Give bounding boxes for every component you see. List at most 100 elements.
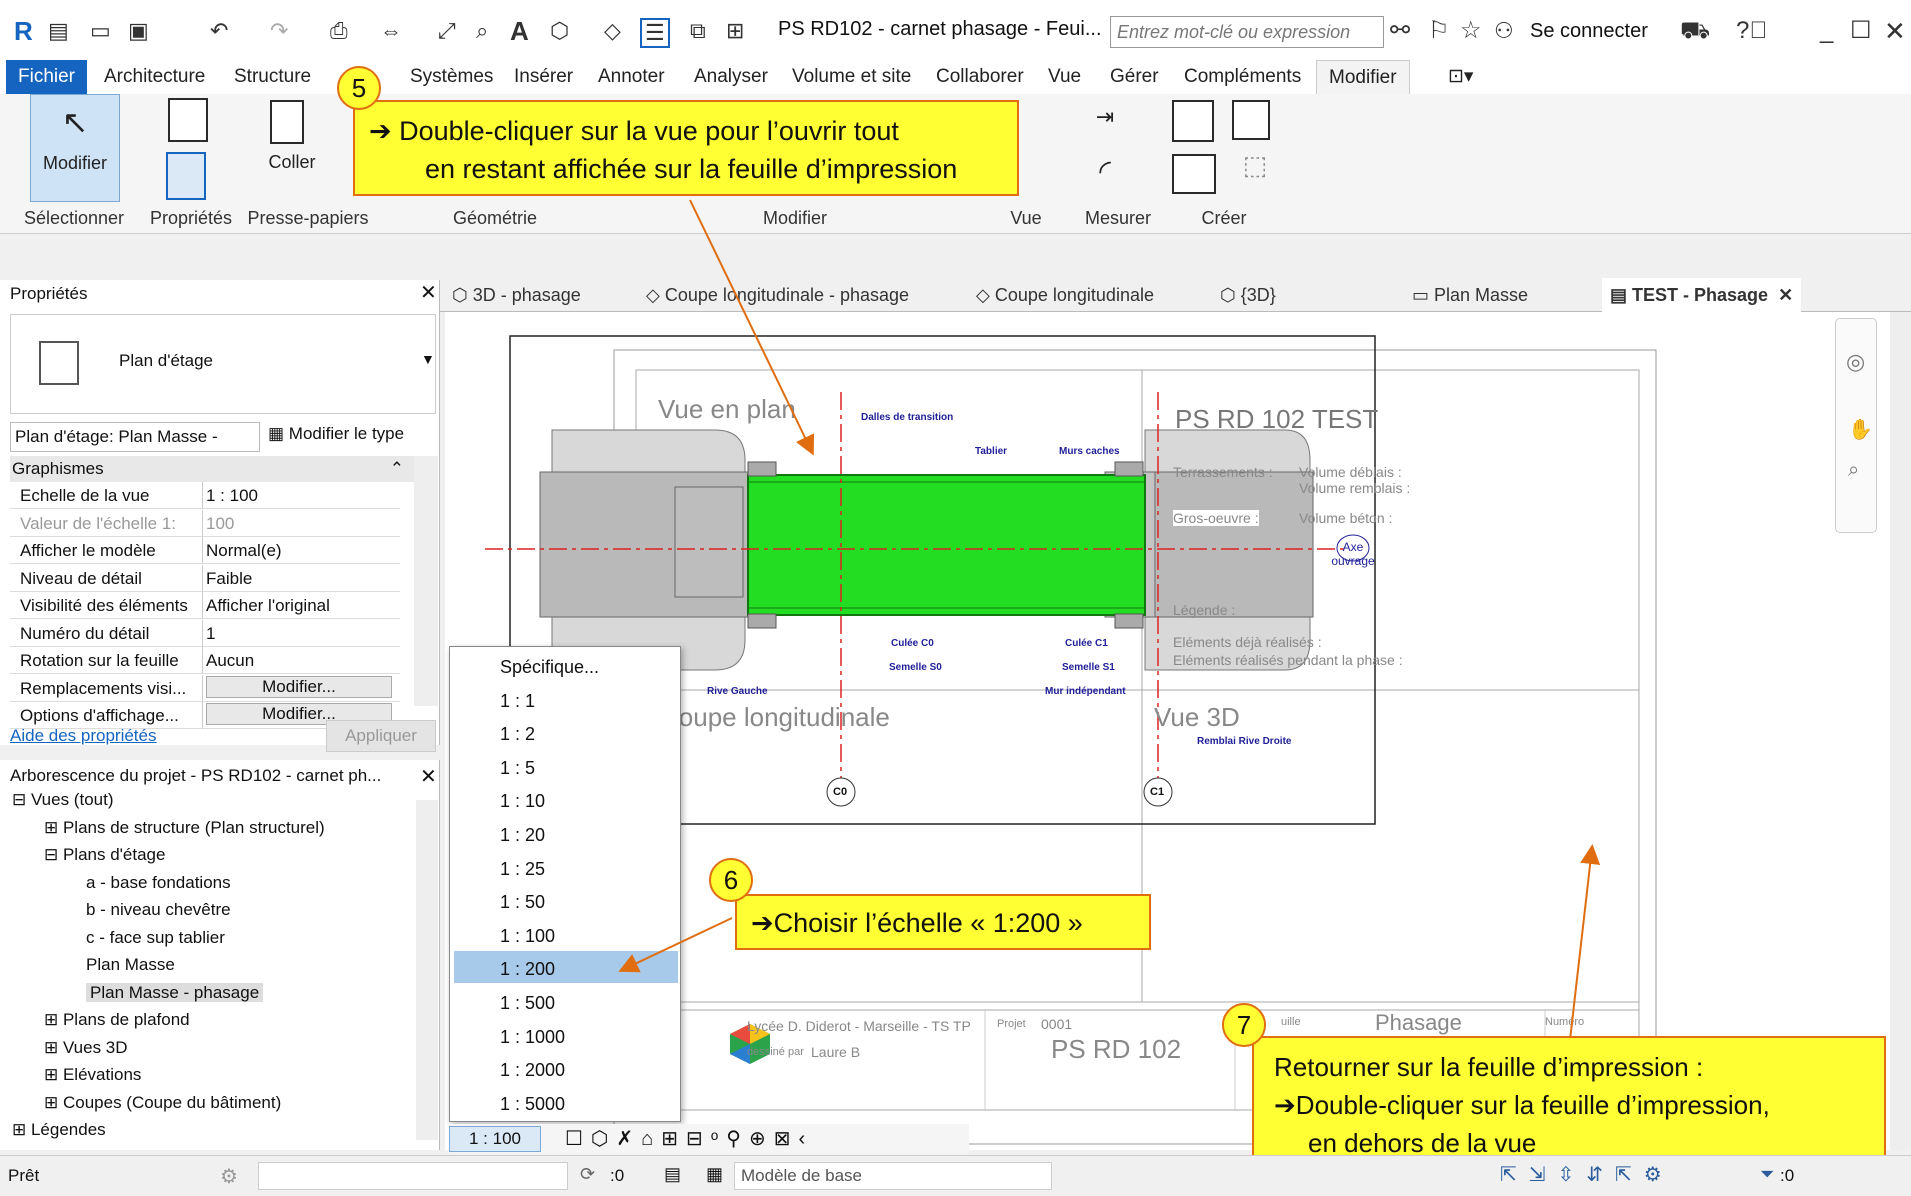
user-icon[interactable]: ⚇ bbox=[1494, 14, 1514, 48]
property-row[interactable]: Valeur de l'échelle 1: 100 bbox=[10, 509, 400, 537]
measure-icon[interactable]: ⇔ bbox=[380, 14, 402, 48]
tab-vue[interactable]: Vue bbox=[1036, 60, 1093, 94]
scale-option[interactable]: Spécifique... bbox=[500, 657, 599, 678]
tab-inserer[interactable]: Insérer bbox=[502, 60, 585, 94]
property-row[interactable]: Niveau de détail Faible bbox=[10, 564, 400, 592]
create-view-icon[interactable] bbox=[1172, 100, 1214, 142]
browser-item[interactable]: ⊞ Vues 3D bbox=[44, 1038, 128, 1058]
tab-plan-masse[interactable]: ▭ Plan Masse bbox=[1412, 278, 1528, 312]
group-graphismes[interactable]: Graphismes ⌃ bbox=[10, 456, 418, 482]
paste-button-label[interactable]: Coller bbox=[262, 152, 322, 173]
browser-item[interactable]: ⊞ Plans de structure (Plan structurel) bbox=[44, 818, 325, 838]
property-value[interactable]: Aucun bbox=[206, 651, 254, 671]
create-group-icon[interactable] bbox=[1232, 100, 1270, 140]
property-value[interactable]: 1 : 100 bbox=[206, 486, 258, 506]
browser-item[interactable]: a - base fondations bbox=[86, 873, 231, 893]
modify-button[interactable]: ↖ Modifier bbox=[30, 94, 120, 202]
browser-item[interactable]: ⊟ Plans d'étage bbox=[44, 845, 165, 865]
canvas-scrollbar[interactable] bbox=[1890, 312, 1910, 1150]
browser-item[interactable]: ⊞ Légendes bbox=[12, 1120, 106, 1140]
expand-toggle-icon[interactable]: ⊟ bbox=[12, 790, 31, 809]
search-input[interactable]: Entrez mot-clé ou expression bbox=[1110, 16, 1384, 48]
thin-lines-icon[interactable]: ☰ bbox=[640, 18, 670, 48]
expand-toggle-icon[interactable]: ⊞ bbox=[44, 1038, 63, 1057]
scale-option[interactable]: 1 : 2000 bbox=[500, 1060, 565, 1081]
scale-option[interactable]: 1 : 5 bbox=[500, 758, 535, 779]
steering-wheel-icon[interactable]: ◎ bbox=[1846, 349, 1865, 375]
subscription-icon[interactable]: ⚐ bbox=[1428, 14, 1450, 48]
browser-item[interactable]: b - niveau chevêtre bbox=[86, 900, 231, 920]
maximize-icon[interactable]: ☐ bbox=[1850, 14, 1872, 48]
type-properties-icon[interactable] bbox=[168, 98, 208, 142]
scale-option[interactable]: 1 : 50 bbox=[500, 892, 545, 913]
text-icon[interactable]: A bbox=[510, 14, 529, 48]
redo-icon[interactable]: ↷ bbox=[270, 14, 288, 48]
instance-filter-dropdown[interactable]: Plan d'étage: Plan Masse - bbox=[10, 422, 260, 452]
property-row[interactable]: Echelle de la vue 1 : 100 bbox=[10, 482, 400, 509]
tab-fichier[interactable]: Fichier bbox=[6, 60, 88, 94]
design-option-dropdown[interactable]: Modèle de base bbox=[734, 1162, 1052, 1190]
property-value[interactable]: Modifier... bbox=[206, 675, 392, 698]
scale-option[interactable]: 1 : 100 bbox=[500, 926, 555, 947]
revit-logo-icon[interactable]: R bbox=[14, 14, 33, 48]
expand-toggle-icon[interactable]: ⊞ bbox=[44, 1010, 63, 1029]
save-icon[interactable]: ▣ bbox=[128, 14, 149, 48]
minimize-icon[interactable]: _ bbox=[1820, 14, 1833, 48]
arc-dimension-icon[interactable]: ◜ bbox=[1080, 154, 1130, 189]
properties-icon[interactable] bbox=[166, 152, 206, 200]
open-icon[interactable]: ▭ bbox=[90, 14, 111, 48]
scale-option[interactable]: 1 : 20 bbox=[500, 825, 545, 846]
sync-icon[interactable]: ⟳ bbox=[580, 1164, 595, 1185]
tab-3d[interactable]: ⬡ {3D} bbox=[1220, 278, 1276, 312]
help-icon[interactable]: ?⃝ bbox=[1736, 14, 1767, 48]
browser-item[interactable]: ⊟ Vues (tout) bbox=[12, 790, 114, 810]
expand-toggle-icon[interactable]: ⊞ bbox=[44, 1065, 63, 1084]
browser-close-icon[interactable]: ✕ bbox=[420, 764, 437, 789]
expand-toggle-icon[interactable]: ⊞ bbox=[44, 1093, 63, 1112]
scale-option[interactable]: 1 : 1 bbox=[500, 691, 535, 712]
browser-item[interactable]: ⊞ Elévations bbox=[44, 1065, 141, 1085]
tab-close-icon[interactable]: ✕ bbox=[1778, 285, 1793, 305]
create-part-icon[interactable] bbox=[1172, 154, 1216, 194]
binoculars-icon[interactable]: ⚯ bbox=[1390, 14, 1410, 48]
properties-scrollbar[interactable] bbox=[414, 456, 438, 706]
tab-annoter[interactable]: Annoter bbox=[586, 60, 677, 94]
tab-volume-et-site[interactable]: Volume et site bbox=[780, 60, 923, 94]
tab-analyser[interactable]: Analyser bbox=[682, 60, 780, 94]
expand-toggle-icon[interactable]: ⊟ bbox=[44, 845, 63, 864]
print-icon[interactable]: ⎙ bbox=[330, 14, 348, 48]
tab-modifier[interactable]: Modifier bbox=[1316, 60, 1410, 94]
property-row[interactable]: Remplacements visi... Modifier... bbox=[10, 674, 400, 702]
tab-architecture[interactable]: Architecture bbox=[92, 60, 217, 94]
apply-button[interactable]: Appliquer bbox=[326, 720, 436, 752]
property-value[interactable]: 1 bbox=[206, 624, 215, 644]
property-row[interactable]: Visibilité des éléments Afficher l'origin… bbox=[10, 592, 400, 619]
3d-view-icon[interactable]: ⬡ bbox=[550, 14, 569, 48]
browser-item[interactable]: Plan Masse - phasage bbox=[86, 982, 264, 1003]
properties-help-link[interactable]: Aide des propriétés bbox=[10, 726, 156, 746]
property-row[interactable]: Rotation sur la feuille Aucun bbox=[10, 647, 400, 674]
expand-toggle-icon[interactable]: ⊞ bbox=[12, 1120, 31, 1139]
tab-3d-phasage[interactable]: ⬡ 3D - phasage bbox=[452, 278, 581, 312]
browser-item[interactable]: ⊞ Coupes (Coupe du bâtiment) bbox=[44, 1093, 281, 1113]
selection-filter-icons[interactable]: ⇱⇲⇳⇵⇱⚙ bbox=[1500, 1162, 1674, 1187]
undo-icon[interactable]: ↶ bbox=[210, 14, 228, 48]
tab-coupe-long-phasage[interactable]: ◇ Coupe longitudinale - phasage bbox=[646, 278, 909, 312]
filter-icon[interactable]: ⏷ bbox=[1760, 1164, 1774, 1185]
tab-structure[interactable]: Structure bbox=[222, 60, 323, 94]
browser-item[interactable]: ⊞ Plans de plafond bbox=[44, 1010, 190, 1030]
property-value[interactable]: Normal(e) bbox=[206, 541, 282, 561]
view-scale-button[interactable]: 1 : 100 bbox=[449, 1126, 541, 1152]
browser-item[interactable]: Plan Masse bbox=[86, 955, 175, 975]
properties-close-icon[interactable]: ✕ bbox=[420, 280, 437, 305]
switch-windows-icon[interactable]: ⊞ bbox=[726, 14, 744, 48]
close-icon[interactable]: ✕ bbox=[1884, 14, 1906, 48]
tab-gerer[interactable]: Gérer bbox=[1098, 60, 1171, 94]
editable-only-icon[interactable]: ▦ bbox=[706, 1164, 723, 1185]
align-icon[interactable]: ⇥ bbox=[1080, 104, 1130, 130]
design-options-icon[interactable]: ▤ bbox=[664, 1164, 681, 1185]
tab-coupe-long[interactable]: ◇ Coupe longitudinale bbox=[976, 278, 1154, 312]
browser-item[interactable]: c - face sup tablier bbox=[86, 928, 225, 948]
section-icon[interactable]: ◇ bbox=[604, 14, 621, 48]
property-row[interactable]: Afficher le modèle Normal(e) bbox=[10, 537, 400, 564]
